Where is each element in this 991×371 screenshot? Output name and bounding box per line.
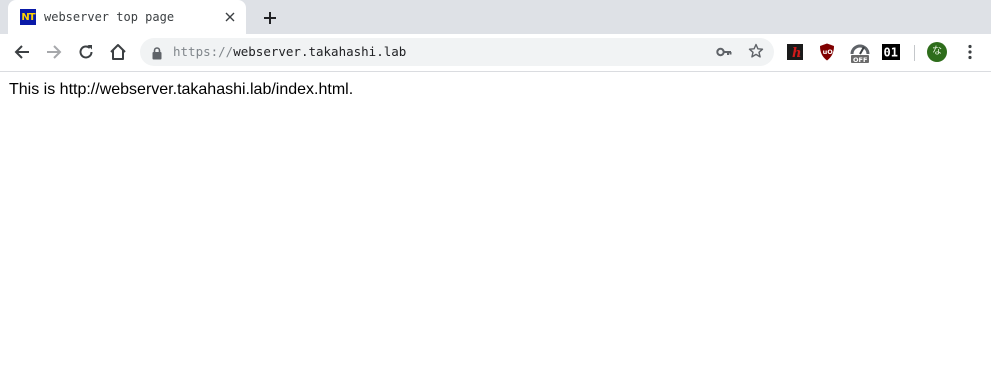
kebab-menu-icon[interactable] <box>960 42 980 62</box>
bookmark-star-icon[interactable] <box>748 43 764 63</box>
lock-icon[interactable] <box>152 45 162 64</box>
tab-webserver-top-page[interactable]: NT webserver top page <box>8 0 246 34</box>
ublock-shield-icon[interactable]: uO <box>818 43 836 61</box>
tab-strip: NT webserver top page <box>0 0 991 34</box>
forward-arrow-icon[interactable] <box>42 40 66 64</box>
page-body-text: This is http://webserver.takahashi.lab/i… <box>9 81 354 98</box>
h-extension-icon[interactable]: h <box>786 43 804 61</box>
browser-toolbar: https://webserver.takahashi.lab h uO OFF… <box>0 34 991 72</box>
close-tab-icon[interactable] <box>222 9 238 25</box>
binary-01-icon[interactable]: 01 <box>882 43 900 61</box>
svg-text:uO: uO <box>823 48 834 56</box>
reload-icon[interactable] <box>74 40 98 64</box>
back-arrow-icon[interactable] <box>10 40 34 64</box>
new-tab-icon[interactable] <box>260 8 280 28</box>
page-content: This is http://webserver.takahashi.lab/i… <box>0 72 991 371</box>
profile-avatar[interactable]: な <box>927 42 947 62</box>
svg-text:01: 01 <box>884 46 898 60</box>
svg-text:h: h <box>792 46 801 60</box>
key-icon[interactable] <box>716 44 732 64</box>
url-host: webserver.takahashi.lab <box>233 44 407 59</box>
tab-title: webserver top page <box>44 10 175 24</box>
url-scheme: https:// <box>173 44 234 59</box>
home-icon[interactable] <box>106 40 130 64</box>
svg-text:OFF: OFF <box>853 56 867 64</box>
site-favicon: NT <box>20 9 36 25</box>
url-text[interactable]: https://webserver.takahashi.lab <box>173 44 406 60</box>
speed-gauge-off-icon[interactable]: OFF <box>850 42 870 64</box>
toolbar-separator <box>914 45 915 61</box>
address-bar[interactable]: https://webserver.takahashi.lab <box>140 38 774 66</box>
